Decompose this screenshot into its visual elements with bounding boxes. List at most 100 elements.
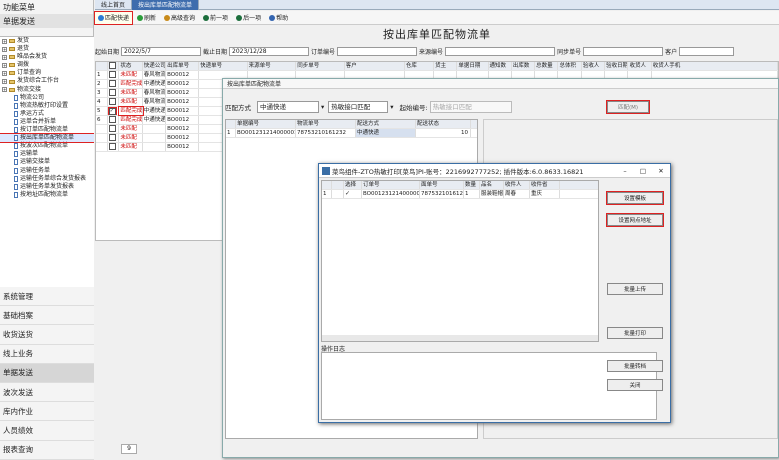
sidebar-module-item[interactable]: 单据发送: [0, 363, 94, 383]
set-branch-address-button[interactable]: 设置网点地址: [606, 213, 664, 227]
close-button[interactable]: 关闭: [607, 379, 663, 391]
horizontal-scrollbar[interactable]: [322, 335, 598, 341]
row-checkbox-cell[interactable]: ✓: [107, 107, 120, 115]
tree-node[interactable]: + 唯品会发货: [0, 53, 94, 61]
maximize-icon[interactable]: □: [634, 167, 652, 175]
select-all-checkbox[interactable]: [108, 62, 116, 69]
sidebar-module-item[interactable]: 波次发送: [0, 382, 94, 403]
grid-header-cell: 快递单号: [199, 62, 248, 70]
start-date-input[interactable]: 2022/5/7: [121, 46, 202, 56]
match-dialog-title: 按出库单匹配物流单: [223, 79, 778, 89]
tree-node[interactable]: 运输交接单: [0, 158, 94, 166]
sidebar-module-item[interactable]: 基础档案: [0, 306, 94, 326]
refresh-button[interactable]: 刷新: [134, 12, 159, 24]
row-checkbox-cell[interactable]: [108, 143, 120, 151]
row-checkbox-cell[interactable]: [108, 89, 120, 97]
match-grid-row[interactable]: 1 BO001231214000001 78753210161232 中通快递 10: [226, 129, 477, 138]
tree-node[interactable]: 物流热敏打印设置: [0, 102, 94, 110]
end-date-input[interactable]: 2023/12/28: [229, 46, 310, 56]
row-checkbox-cell[interactable]: [108, 116, 120, 124]
match-express-button[interactable]: 匹配快递: [93, 10, 134, 25]
row-checkbox[interactable]: [108, 125, 116, 132]
row-checkbox-cell[interactable]: [108, 134, 120, 142]
tree-node[interactable]: 按地址匹配物流单: [0, 191, 94, 199]
close-icon[interactable]: ✕: [652, 167, 670, 175]
tree-node[interactable]: + 发货: [0, 37, 94, 45]
sidebar-module-item[interactable]: 系统管理: [0, 287, 94, 307]
outbound-no-cell: BO0012: [166, 98, 200, 106]
row-checkbox[interactable]: [108, 116, 116, 123]
start-no-input[interactable]: 热敏接口匹配: [429, 101, 512, 113]
tree-node[interactable]: 运输任务单综合发货报表: [0, 175, 94, 183]
source-no-input[interactable]: [445, 46, 556, 56]
courier-cell: 春风物流: [143, 71, 167, 79]
row-checkbox-cell[interactable]: [108, 80, 120, 88]
minimize-icon[interactable]: –: [616, 167, 634, 175]
expand-toggle-icon[interactable]: +: [2, 46, 7, 52]
tree-node[interactable]: 运单合并拆单: [0, 118, 94, 126]
waybill-cell[interactable]: ✓: [344, 190, 362, 198]
help-button[interactable]: 帮助: [266, 12, 291, 24]
row-checkbox-cell[interactable]: [108, 125, 120, 133]
advanced-search-button[interactable]: 高级查询: [161, 12, 198, 24]
interface-select[interactable]: 热敏接口匹配: [328, 101, 389, 113]
expand-toggle-icon[interactable]: +: [2, 54, 7, 60]
tree-node[interactable]: + 调拨: [0, 61, 94, 69]
next-button[interactable]: 后一项: [233, 12, 264, 24]
row-checkbox[interactable]: [108, 143, 116, 150]
waybill-header-cell: [322, 181, 332, 189]
batch-upload-button[interactable]: 批量上传: [607, 283, 663, 295]
chevron-down-icon[interactable]: ▾: [390, 103, 393, 111]
tree-node[interactable]: 运输任务单发货报表: [0, 183, 94, 191]
tab-home[interactable]: 线上首页: [95, 0, 133, 10]
row-checkbox[interactable]: [108, 71, 116, 78]
sidebar-module-item[interactable]: 收货送货: [0, 325, 94, 345]
row-checkbox[interactable]: ✓: [107, 107, 117, 115]
checkbox-checked-icon[interactable]: ✓: [345, 190, 350, 197]
waybill-grid-row[interactable]: 1✓BO001231214000001787532101612321服装鞋帽周春…: [322, 190, 598, 199]
match-button[interactable]: 匹配(M): [606, 100, 650, 114]
expand-toggle-icon[interactable]: +: [2, 38, 7, 44]
sidebar-module-item[interactable]: 库内作业: [0, 402, 94, 422]
cainiao-print-dialog: 菜鸟组件-ZTO热敏打印[菜鸟]PI-账号：2216992777252; 插件版…: [318, 163, 671, 423]
tree-node-label: 运输任务单综合发货报表: [20, 174, 87, 182]
tree-node[interactable]: 物流公司: [0, 94, 94, 102]
row-checkbox[interactable]: [108, 98, 116, 105]
order-no-input[interactable]: [337, 46, 418, 56]
tab-match-outbound[interactable]: 按出库单匹配物流单: [132, 0, 200, 10]
tree-node[interactable]: + 发货综合工作台: [0, 77, 94, 85]
tree-node[interactable]: + 退货: [0, 45, 94, 53]
set-template-button[interactable]: 设置模板: [606, 191, 664, 205]
expand-toggle-icon[interactable]: +: [2, 79, 7, 85]
batch-transfer-button[interactable]: 批量转档: [607, 360, 663, 372]
row-checkbox-cell[interactable]: [108, 98, 120, 106]
tree-node-label: 物流公司: [20, 93, 45, 101]
sidebar-module-item[interactable]: 线上业务: [0, 344, 94, 364]
expand-toggle-icon[interactable]: +: [2, 62, 7, 68]
sidebar-current-module[interactable]: 单据发送: [0, 14, 93, 28]
tree-node[interactable]: 承运方式: [0, 110, 94, 118]
tree-node[interactable]: 按出库单匹配物流单: [0, 133, 94, 144]
expand-toggle-icon[interactable]: +: [2, 70, 7, 76]
batch-print-button[interactable]: 批量打印: [607, 327, 663, 339]
row-checkbox[interactable]: [108, 134, 116, 141]
row-checkbox-cell[interactable]: [108, 71, 120, 79]
grid-header-cell: 收货人手机: [652, 62, 778, 70]
tree-node[interactable]: 按波次匹配物流单: [0, 142, 94, 150]
sidebar-module-item[interactable]: 报表查询: [0, 440, 94, 460]
tree-node[interactable]: 按订单匹配物流单: [0, 126, 94, 134]
document-icon: [14, 183, 18, 190]
match-mode-select[interactable]: 中通快递: [257, 101, 319, 113]
sidebar-module-item[interactable]: 人员绩效: [0, 421, 94, 441]
customer-input[interactable]: [679, 46, 735, 56]
chevron-down-icon[interactable]: ▾: [321, 103, 324, 111]
tree-node[interactable]: + 物流交接: [0, 86, 94, 94]
tree-node[interactable]: 运输任务单: [0, 167, 94, 175]
row-checkbox[interactable]: [108, 80, 116, 87]
row-checkbox[interactable]: [108, 89, 116, 96]
prev-button[interactable]: 前一项: [200, 12, 231, 24]
sync-no-input[interactable]: [583, 46, 664, 56]
page-number[interactable]: 9: [121, 444, 137, 454]
tree-node-label: 物流热敏打印设置: [20, 101, 69, 109]
expand-toggle-icon[interactable]: +: [2, 87, 7, 93]
